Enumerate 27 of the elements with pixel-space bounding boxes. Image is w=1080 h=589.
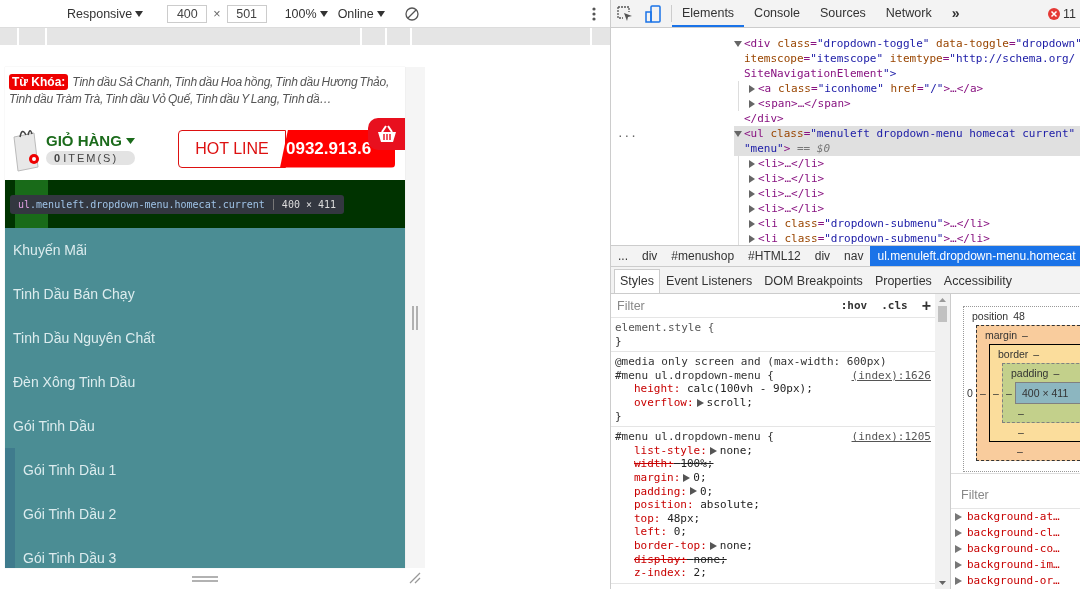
box-value: 0 bbox=[966, 387, 974, 399]
box-value: – bbox=[1052, 367, 1060, 379]
box-value: – bbox=[979, 387, 987, 399]
box-label: padding bbox=[1011, 367, 1049, 379]
box-value: – bbox=[1018, 426, 1024, 438]
box-value: – bbox=[1005, 387, 1013, 399]
box-value: 48 bbox=[1012, 310, 1025, 322]
box-label: border bbox=[998, 348, 1029, 360]
box-label: margin bbox=[985, 329, 1018, 341]
rule-selector: #menu ul.dropdown-menu { bbox=[615, 430, 774, 444]
rule-selector: element.style { bbox=[615, 321, 715, 335]
selector-text: ul.menuleft.dropdown-menu.homecat.current bbox=[18, 199, 265, 210]
box-value: – bbox=[992, 387, 1000, 399]
cart-count-badge: 0 ITEM(S) bbox=[46, 151, 135, 165]
box-label: position bbox=[972, 310, 1009, 322]
rule-selector: #menu ul.dropdown-menu { bbox=[615, 368, 774, 383]
media-query: @media only screen and (max-width: 600px) bbox=[615, 355, 887, 369]
box-value: – bbox=[1021, 329, 1028, 341]
content-box: 400 × 411 bbox=[1015, 382, 1080, 404]
box-value: – bbox=[1017, 445, 1023, 457]
box-value: – bbox=[1032, 348, 1040, 360]
box-value: – bbox=[1018, 407, 1024, 419]
size-text: 400 × 411 bbox=[272, 199, 337, 210]
times-sign: × bbox=[213, 6, 221, 21]
rule-brace: } bbox=[615, 334, 623, 349]
keyword-list: Từ Khóa: Tinh dầu Sả Chanh, Tinh dầu Hoa hồng, Tinh dầu Hương Thảo, Tinh dầu Tràm Trà, Tinh dầu Vỏ Quế, Tinh dầu Y Lang, Tinh dầ… bbox=[9, 74, 401, 108]
rule-brace: } bbox=[615, 409, 623, 424]
